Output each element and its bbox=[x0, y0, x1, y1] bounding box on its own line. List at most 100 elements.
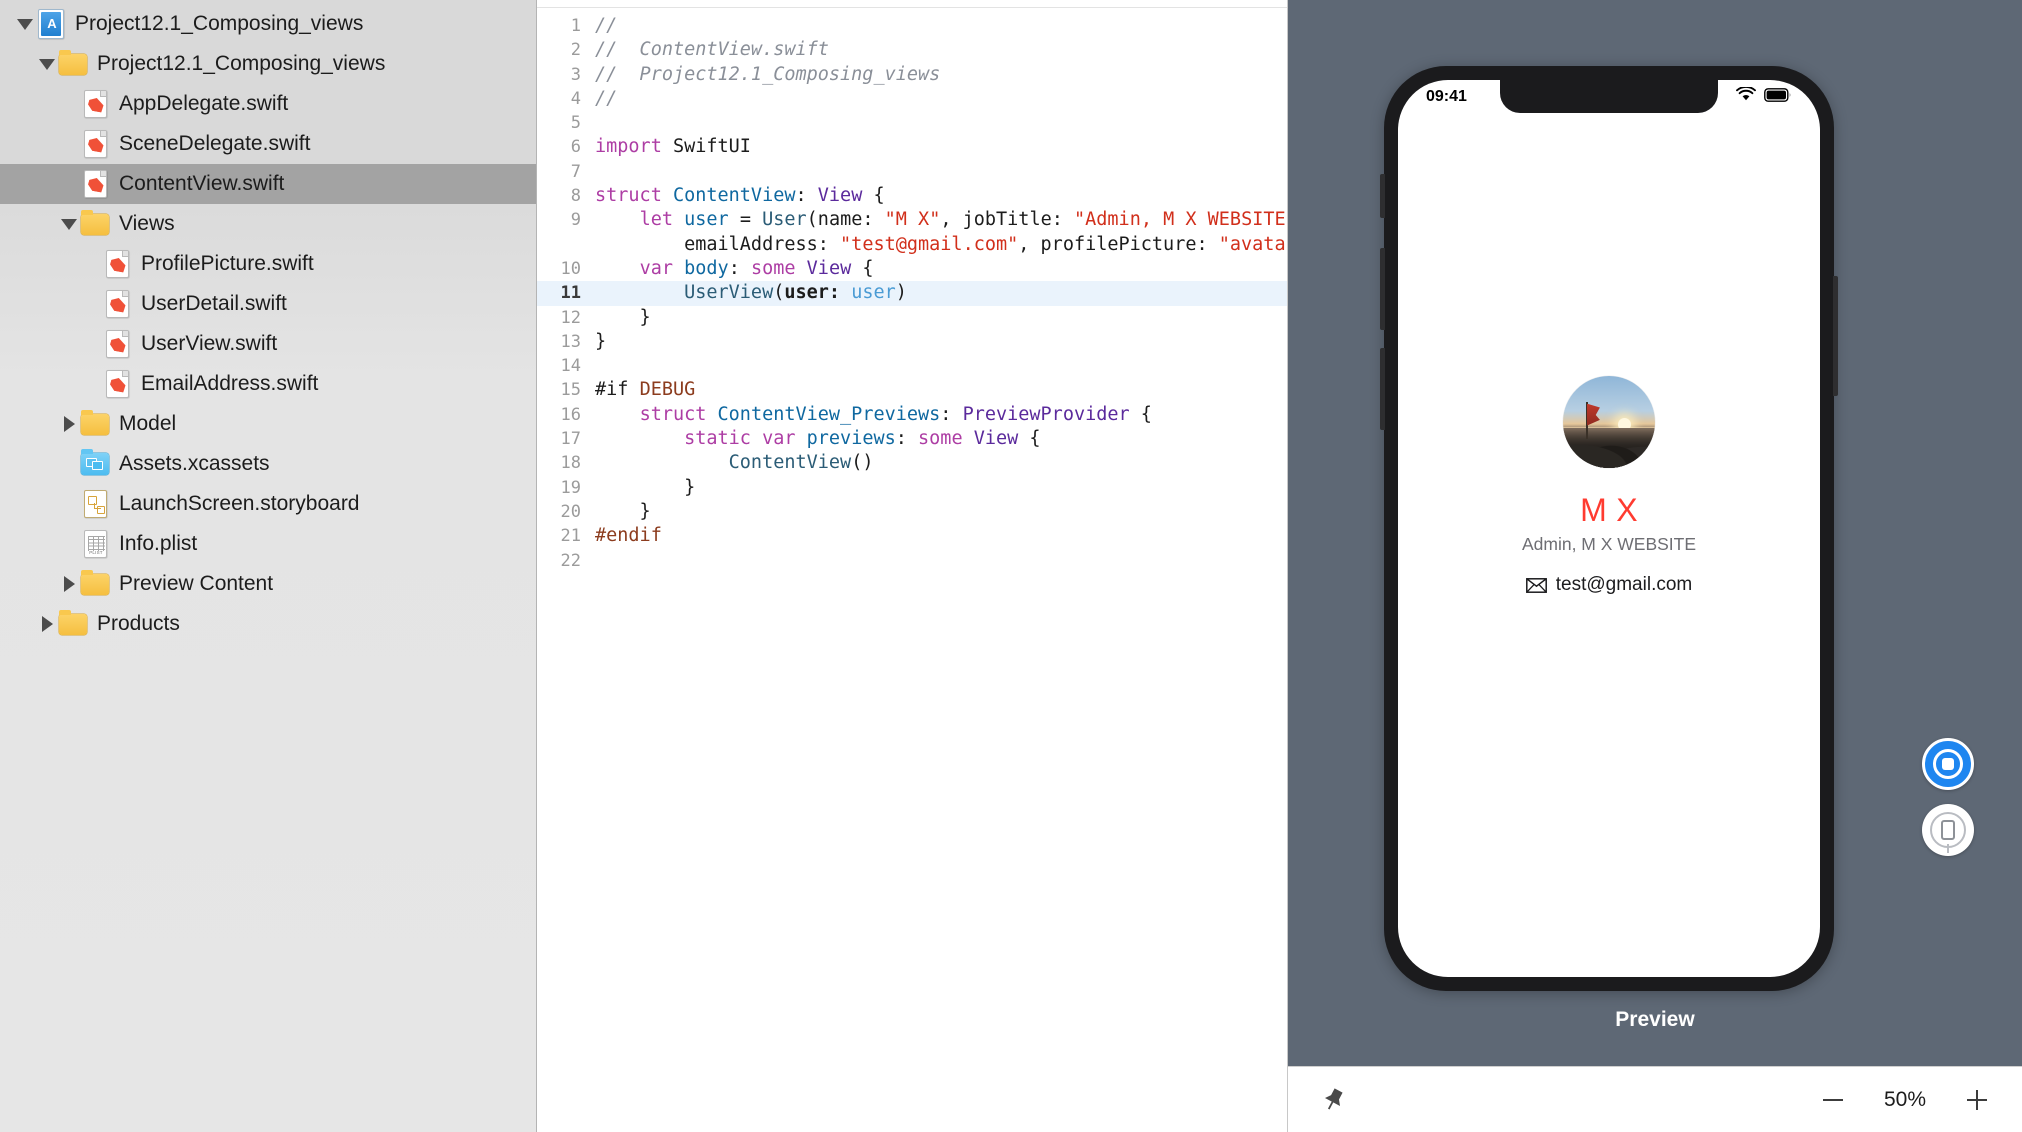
swift-file-icon bbox=[102, 329, 132, 359]
nav-item-label: Model bbox=[119, 412, 177, 435]
disclosure-triangle[interactable] bbox=[58, 204, 80, 244]
nav-item-label: ContentView.swift bbox=[119, 172, 285, 195]
code-line[interactable]: 21 #endif bbox=[537, 524, 1287, 548]
line-number: 2 bbox=[570, 40, 581, 61]
disclosure-triangle[interactable] bbox=[58, 564, 80, 604]
line-number: 6 bbox=[570, 137, 581, 158]
disclosure-triangle[interactable] bbox=[36, 604, 58, 644]
user-email-row: test@gmail.com bbox=[1525, 574, 1692, 596]
disclosure-triangle[interactable] bbox=[58, 164, 80, 204]
code-line[interactable]: 6 import SwiftUI bbox=[537, 135, 1287, 159]
source-editor[interactable]: 1 // 2 // ContentView.swift 3 // Project12.1_… bbox=[537, 0, 1288, 1132]
nav-item-project12-1-composing-views[interactable]: Project12.1_Composing_views bbox=[0, 44, 536, 84]
nav-item-label: SceneDelegate.swift bbox=[119, 132, 311, 155]
line-number: 11 bbox=[560, 283, 581, 304]
nav-item-launchscreen-storyboard[interactable]: LaunchScreen.storyboard bbox=[0, 484, 536, 524]
code-text: emailAddress: "test@gmail.com", profileP… bbox=[595, 233, 1287, 255]
disclosure-triangle[interactable] bbox=[58, 524, 80, 564]
folder-icon bbox=[58, 49, 88, 79]
preview-label: Preview bbox=[1615, 1008, 1695, 1031]
code-line[interactable]: 3 // Project12.1_Composing_views bbox=[537, 63, 1287, 87]
plus-icon[interactable] bbox=[1962, 1085, 1992, 1115]
line-number: 20 bbox=[560, 501, 581, 522]
nav-item-userdetail-swift[interactable]: UserDetail.swift bbox=[0, 284, 536, 324]
code-line[interactable]: 10 var body: some View { bbox=[537, 257, 1287, 281]
disclosure-triangle[interactable] bbox=[58, 124, 80, 164]
disclosure-triangle[interactable] bbox=[80, 244, 102, 284]
nav-item-profilepicture-swift[interactable]: ProfilePicture.swift bbox=[0, 244, 536, 284]
disclosure-triangle[interactable] bbox=[58, 404, 80, 444]
nav-item-assets-xcassets[interactable]: Assets.xcassets bbox=[0, 444, 536, 484]
disclosure-triangle[interactable] bbox=[80, 364, 102, 404]
code-line[interactable]: 11 UserView(user: user) bbox=[537, 281, 1287, 306]
nav-item-products[interactable]: Products bbox=[0, 604, 536, 644]
nav-item-views[interactable]: Views bbox=[0, 204, 536, 244]
project-navigator[interactable]: A Project12.1_Composing_views Project12.1_… bbox=[0, 0, 537, 1132]
swift-file-icon bbox=[80, 89, 110, 119]
nav-item-appdelegate-swift[interactable]: AppDelegate.swift bbox=[0, 84, 536, 124]
xcode-project-icon: A bbox=[36, 9, 66, 39]
code-line[interactable]: 13} bbox=[537, 330, 1287, 354]
preview-bottom-bar[interactable]: 50% bbox=[1288, 1066, 2022, 1132]
code-text: ContentView() bbox=[728, 452, 874, 474]
code-line[interactable]: 16 struct ContentView_Previews: PreviewP… bbox=[537, 403, 1287, 427]
nav-item-model[interactable]: Model bbox=[0, 404, 536, 444]
code-text: static var previews: some View { bbox=[684, 428, 1041, 450]
live-preview-icon[interactable] bbox=[1922, 738, 1974, 790]
code-line[interactable]: 2 // ContentView.swift bbox=[537, 38, 1287, 62]
code-line[interactable]: 12 } bbox=[537, 306, 1287, 330]
disclosure-triangle[interactable] bbox=[36, 44, 58, 84]
swift-file-icon bbox=[80, 169, 110, 199]
code-line[interactable]: 8 struct ContentView: View { bbox=[537, 184, 1287, 208]
nav-item-label: UserView.swift bbox=[141, 332, 278, 355]
code-text: } bbox=[595, 476, 696, 498]
nav-item-scenedelegate-swift[interactable]: SceneDelegate.swift bbox=[0, 124, 536, 164]
inspect-device-icon[interactable] bbox=[1922, 804, 1974, 856]
disclosure-triangle[interactable] bbox=[58, 84, 80, 124]
code-text: import SwiftUI bbox=[595, 136, 751, 158]
disclosure-triangle[interactable] bbox=[80, 284, 102, 324]
code-line[interactable]: 22 bbox=[537, 549, 1287, 573]
line-number: 17 bbox=[560, 429, 581, 450]
zoom-level: 50% bbox=[1883, 1087, 1927, 1111]
folder-icon bbox=[58, 609, 88, 639]
pin-icon[interactable] bbox=[1318, 1085, 1348, 1115]
nav-item-label: UserDetail.swift bbox=[141, 292, 287, 315]
disclosure-triangle[interactable] bbox=[14, 4, 36, 44]
code-line-wrapped[interactable]: emailAddress: "test@gmail.com", profileP… bbox=[537, 233, 1287, 257]
code-line[interactable]: 4 // bbox=[537, 87, 1287, 111]
user-job-title: Admin, M X WEBSITE bbox=[1521, 534, 1697, 554]
nav-item-project12-1-composing-views[interactable]: A Project12.1_Composing_views bbox=[0, 4, 536, 44]
project-navigator-list[interactable]: A Project12.1_Composing_views Project12.1_… bbox=[0, 4, 536, 644]
nav-item-label: LaunchScreen.storyboard bbox=[119, 492, 360, 515]
nav-item-label: ProfilePicture.swift bbox=[141, 252, 314, 275]
status-bar: 09:41 bbox=[1398, 80, 1820, 114]
code-line[interactable]: 14 bbox=[537, 354, 1287, 378]
disclosure-triangle[interactable] bbox=[58, 444, 80, 484]
nav-item-userview-swift[interactable]: UserView.swift bbox=[0, 324, 536, 364]
minus-icon[interactable] bbox=[1818, 1085, 1848, 1115]
nav-item-emailaddress-swift[interactable]: EmailAddress.swift bbox=[0, 364, 536, 404]
code-line[interactable]: 15 #if DEBUG bbox=[537, 378, 1287, 402]
code-text: // ContentView.swift bbox=[595, 39, 829, 61]
code-line[interactable]: 19 } bbox=[537, 476, 1287, 500]
code-line[interactable]: 5 bbox=[537, 111, 1287, 135]
profile-avatar-image bbox=[1563, 376, 1655, 468]
code-line[interactable]: 7 bbox=[537, 160, 1287, 184]
preview-canvas[interactable]: 09:41 M X Admin, M X WEBSITE test@gmail.… bbox=[1288, 0, 2022, 1132]
nav-item-preview-content[interactable]: Preview Content bbox=[0, 564, 536, 604]
disclosure-triangle[interactable] bbox=[80, 324, 102, 364]
nav-item-label: Products bbox=[97, 612, 180, 635]
nav-item-contentview-swift[interactable]: ContentView.swift bbox=[0, 164, 536, 204]
code-line[interactable]: 20 } bbox=[537, 500, 1287, 524]
code-line[interactable]: 9 let user = User(name: "M X", jobTitle:… bbox=[537, 208, 1287, 232]
disclosure-triangle[interactable] bbox=[58, 484, 80, 524]
nav-item-info-plist[interactable]: PLIST Info.plist bbox=[0, 524, 536, 564]
code-line[interactable]: 18 ContentView() bbox=[537, 451, 1287, 475]
code-line[interactable]: 1 // bbox=[537, 14, 1287, 38]
code-line[interactable]: 17 static var previews: some View { bbox=[537, 427, 1287, 451]
zoom-controls[interactable]: 50% bbox=[1818, 1085, 1992, 1115]
code-area[interactable]: 1 // 2 // ContentView.swift 3 // Project12.1_… bbox=[537, 8, 1287, 573]
